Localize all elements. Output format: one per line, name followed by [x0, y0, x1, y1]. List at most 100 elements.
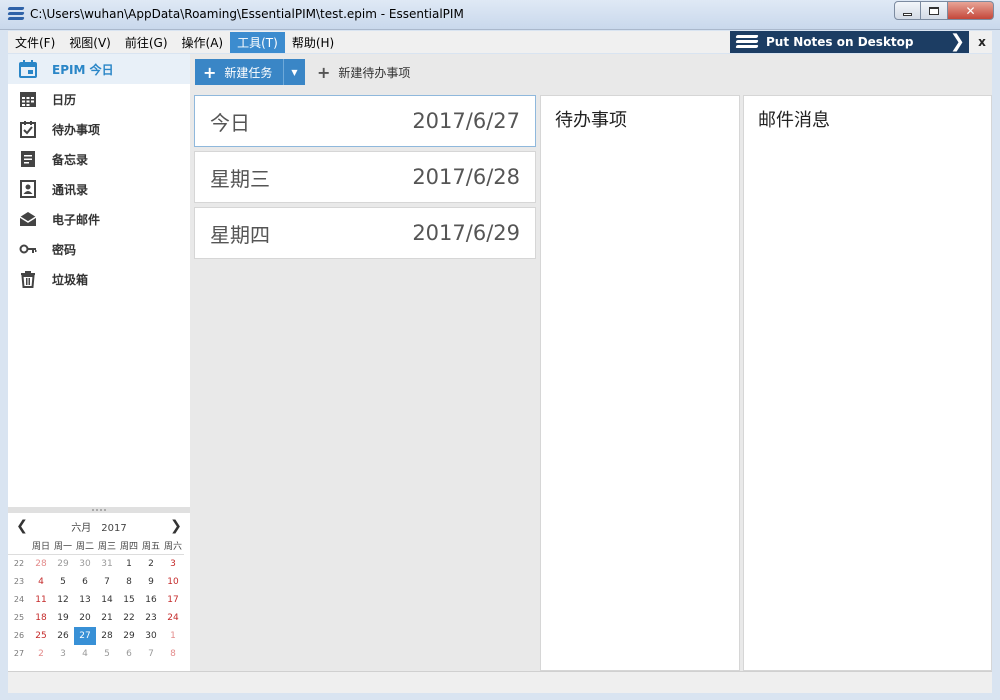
weekday-header: 周日	[30, 539, 52, 555]
weekday-header: 周一	[52, 539, 74, 555]
menu-view[interactable]: 视图(V)	[62, 32, 118, 53]
sidebar-item-label: 垃圾箱	[52, 272, 89, 287]
calendar-day[interactable]: 27	[74, 627, 96, 645]
calendar-day[interactable]: 5	[52, 573, 74, 591]
menu-file[interactable]: 文件(F)	[8, 32, 62, 53]
notes-stack-icon	[735, 35, 759, 49]
menu-go[interactable]: 前往(G)	[118, 32, 175, 53]
maximize-button[interactable]	[921, 1, 948, 20]
menu-actions[interactable]: 操作(A)	[175, 32, 231, 53]
weekday-header: 周三	[96, 539, 118, 555]
calendar-day[interactable]: 30	[74, 555, 96, 573]
mini-calendar-title: 六月 2017	[71, 519, 126, 534]
calendar-day[interactable]: 18	[30, 609, 52, 627]
new-task-dropdown-button[interactable]: ▼	[283, 59, 305, 85]
mail-panel[interactable]: 邮件消息	[743, 95, 992, 671]
sidebar-item-todo[interactable]: 待办事项	[8, 114, 190, 144]
menu-help[interactable]: 帮助(H)	[285, 32, 341, 53]
calendar-day[interactable]: 10	[162, 573, 184, 591]
calendar-day[interactable]: 1	[162, 627, 184, 645]
calendar-day[interactable]: 14	[96, 591, 118, 609]
day-date: 2017/6/27	[412, 109, 520, 133]
sidebar-item-passwords[interactable]: 密码	[8, 234, 190, 264]
weekday-header: 周六	[162, 539, 184, 555]
calendar-day[interactable]: 28	[30, 555, 52, 573]
day-date: 2017/6/28	[412, 165, 520, 189]
sidebar-item-label: 电子邮件	[52, 212, 101, 227]
calendar-day[interactable]: 2	[30, 645, 52, 663]
close-window-button[interactable]: ✕	[948, 1, 994, 20]
calendar-day[interactable]: 29	[52, 555, 74, 573]
sidebar-item-contacts[interactable]: 通讯录	[8, 174, 190, 204]
calendar-day[interactable]: 31	[96, 555, 118, 573]
calendar-day[interactable]: 26	[52, 627, 74, 645]
calendar-day[interactable]: 25	[30, 627, 52, 645]
calendar-day[interactable]: 11	[30, 591, 52, 609]
day-date: 2017/6/29	[412, 221, 520, 245]
new-todo-button[interactable]: + 新建待办事项	[317, 63, 410, 82]
mini-calendar: ❮ 六月 2017 ❯ 周日 周一 周二 周三 周四 周五 周六 22 28 29 30…	[8, 513, 190, 671]
week-number: 23	[13, 577, 25, 586]
sidebar-item-label: EPIM 今日	[52, 62, 114, 77]
week-number: 25	[13, 613, 25, 622]
calendar-day[interactable]: 20	[74, 609, 96, 627]
calendar-day[interactable]: 5	[96, 645, 118, 663]
previous-month-button[interactable]: ❮	[14, 518, 30, 534]
minimize-button[interactable]	[894, 1, 921, 20]
calendar-day[interactable]: 6	[118, 645, 140, 663]
day-card[interactable]: 星期四 2017/6/29	[194, 207, 536, 259]
day-name: 今日	[210, 110, 250, 135]
calendar-day[interactable]: 24	[162, 609, 184, 627]
calendar-day[interactable]: 7	[96, 573, 118, 591]
calendar-day[interactable]: 21	[96, 609, 118, 627]
todo-panel[interactable]: 待办事项	[540, 95, 740, 671]
calendar-day[interactable]: 23	[140, 609, 162, 627]
calendar-day[interactable]: 28	[96, 627, 118, 645]
grip-dot	[96, 509, 98, 511]
calendar-day[interactable]: 3	[162, 555, 184, 573]
mini-calendar-month: 六月	[71, 522, 92, 534]
calendar-day[interactable]: 1	[118, 555, 140, 573]
weekday-header: 周五	[140, 539, 162, 555]
new-task-button[interactable]: + 新建任务 ▼	[195, 59, 305, 85]
calendar-day[interactable]: 30	[140, 627, 162, 645]
calendar-day[interactable]: 12	[52, 591, 74, 609]
sidebar-item-notes[interactable]: 备忘录	[8, 144, 190, 174]
day-card[interactable]: 星期三 2017/6/28	[194, 151, 536, 203]
calendar-day[interactable]: 8	[118, 573, 140, 591]
calendar-day[interactable]: 19	[52, 609, 74, 627]
calendar-day[interactable]: 16	[140, 591, 162, 609]
sidebar-item-epim-today[interactable]: EPIM 今日	[8, 54, 190, 84]
put-notes-label: Put Notes on Desktop	[766, 35, 914, 49]
calendar-day[interactable]: 29	[118, 627, 140, 645]
calendar-day[interactable]: 8	[162, 645, 184, 663]
calendar-day[interactable]: 4	[30, 573, 52, 591]
calendar-day[interactable]: 4	[74, 645, 96, 663]
close-notes-bar-button[interactable]: x	[972, 31, 992, 53]
put-notes-on-desktop-button[interactable]: Put Notes on Desktop ❯	[730, 31, 969, 53]
calendar-day[interactable]: 7	[140, 645, 162, 663]
close-icon: ✕	[965, 3, 976, 18]
menu-tools[interactable]: 工具(T)	[230, 31, 285, 53]
grip-dot	[100, 509, 102, 511]
next-month-button[interactable]: ❯	[168, 518, 184, 534]
day-name: 星期四	[210, 222, 270, 247]
calendar-day[interactable]: 13	[74, 591, 96, 609]
notes-icon	[18, 149, 38, 169]
calendar-day[interactable]: 9	[140, 573, 162, 591]
calendar-day[interactable]: 3	[52, 645, 74, 663]
sidebar-item-trash[interactable]: 垃圾箱	[8, 264, 190, 294]
calendar-day[interactable]: 6	[74, 573, 96, 591]
calendar-day[interactable]: 15	[118, 591, 140, 609]
title-bar: C:\Users\wuhan\AppData\Roaming\Essential…	[0, 0, 1000, 30]
calendar-day[interactable]: 17	[162, 591, 184, 609]
new-task-label: 新建任务	[224, 65, 273, 80]
calendar-day[interactable]: 2	[140, 555, 162, 573]
status-bar	[8, 671, 992, 693]
calendar-day[interactable]: 22	[118, 609, 140, 627]
sidebar-item-email[interactable]: 电子邮件	[8, 204, 190, 234]
contact-icon	[18, 179, 38, 199]
day-card-today[interactable]: 今日 2017/6/27	[194, 95, 536, 147]
calendar-today-icon	[18, 59, 38, 79]
sidebar-item-calendar[interactable]: 日历	[8, 84, 190, 114]
